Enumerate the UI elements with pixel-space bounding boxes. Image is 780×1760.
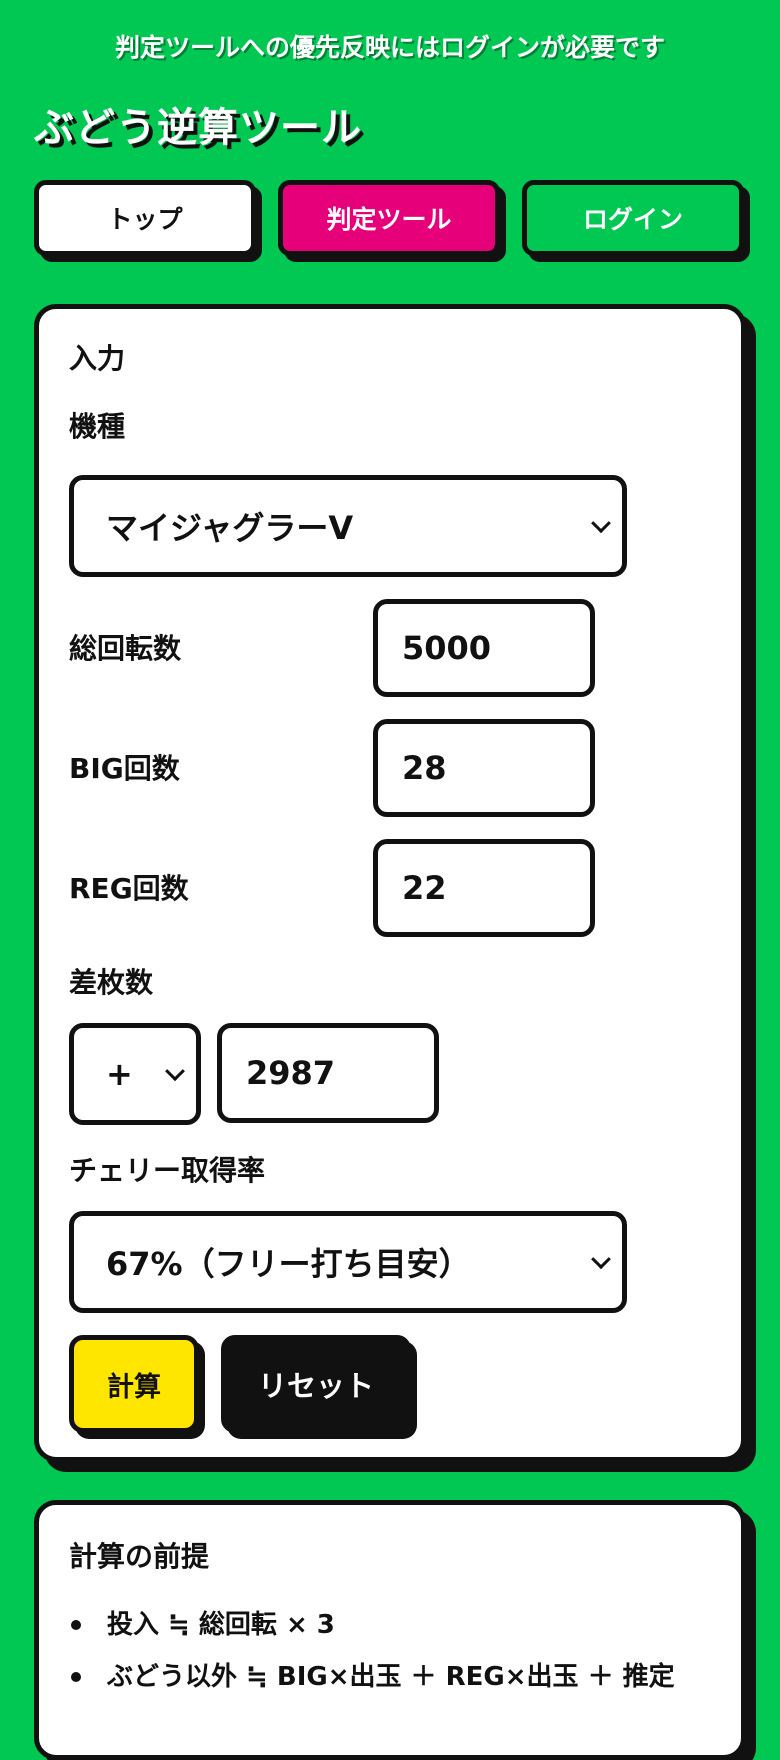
- diff-coins-input[interactable]: 2987: [217, 1023, 439, 1123]
- diff-sign-select[interactable]: +: [69, 1023, 201, 1125]
- input-card-title: 入力: [69, 342, 126, 375]
- calculate-button[interactable]: 計算: [69, 1335, 199, 1433]
- reg-count-value: 22: [402, 869, 447, 907]
- reg-count-label: REG回数: [69, 872, 189, 905]
- cherry-rate-select[interactable]: 67%（フリー打ち目安）: [69, 1211, 627, 1313]
- model-select-value: マイジャグラーV: [106, 509, 354, 547]
- premise-card: 計算の前提 投入 ≒ 総回転 × 3 ぶどう以外 ≒ BIG×出玉 ＋ REG×…: [34, 1500, 746, 1760]
- model-label: 機種: [69, 410, 126, 443]
- chevron-down-icon: [165, 1061, 185, 1082]
- nav-login-button[interactable]: ログイン: [522, 180, 744, 256]
- big-count-label: BIG回数: [69, 752, 180, 785]
- premise-card-title: 計算の前提: [69, 1540, 210, 1573]
- premise-list: 投入 ≒ 総回転 × 3 ぶどう以外 ≒ BIG×出玉 ＋ REG×出玉 ＋ 推…: [69, 1605, 675, 1709]
- diff-coins-label: 差枚数: [69, 966, 154, 999]
- chevron-down-icon: [591, 1249, 611, 1270]
- diff-sign-value: +: [106, 1055, 133, 1093]
- big-count-value: 28: [402, 749, 447, 787]
- total-spins-value: 5000: [402, 629, 492, 667]
- app-title: ぶどう逆算ツール: [34, 105, 362, 151]
- diff-coins-value: 2987: [246, 1054, 336, 1092]
- cherry-rate-value: 67%（フリー打ち目安）: [106, 1245, 471, 1283]
- big-count-input[interactable]: 28: [373, 719, 595, 817]
- reset-button[interactable]: リセット: [221, 1335, 411, 1433]
- chevron-down-icon: [591, 513, 611, 534]
- top-nav: トップ 判定ツール ログイン: [34, 180, 750, 260]
- nav-judge-tool-button[interactable]: 判定ツール: [278, 180, 500, 256]
- cherry-rate-label: チェリー取得率: [69, 1154, 266, 1187]
- nav-top-button[interactable]: トップ: [34, 180, 256, 256]
- input-card: 入力 機種 マイジャグラーV 総回転数 5000 BIG回数 28 REG回数 …: [34, 304, 746, 1462]
- total-spins-input[interactable]: 5000: [373, 599, 595, 697]
- list-item: ぶどう以外 ≒ BIG×出玉 ＋ REG×出玉 ＋ 推定: [69, 1657, 675, 1709]
- model-select[interactable]: マイジャグラーV: [69, 475, 627, 577]
- login-notice: 判定ツールへの優先反映にはログインが必要です: [114, 33, 665, 62]
- list-item: 投入 ≒ 総回転 × 3: [69, 1605, 675, 1657]
- total-spins-label: 総回転数: [69, 632, 182, 665]
- reg-count-input[interactable]: 22: [373, 839, 595, 937]
